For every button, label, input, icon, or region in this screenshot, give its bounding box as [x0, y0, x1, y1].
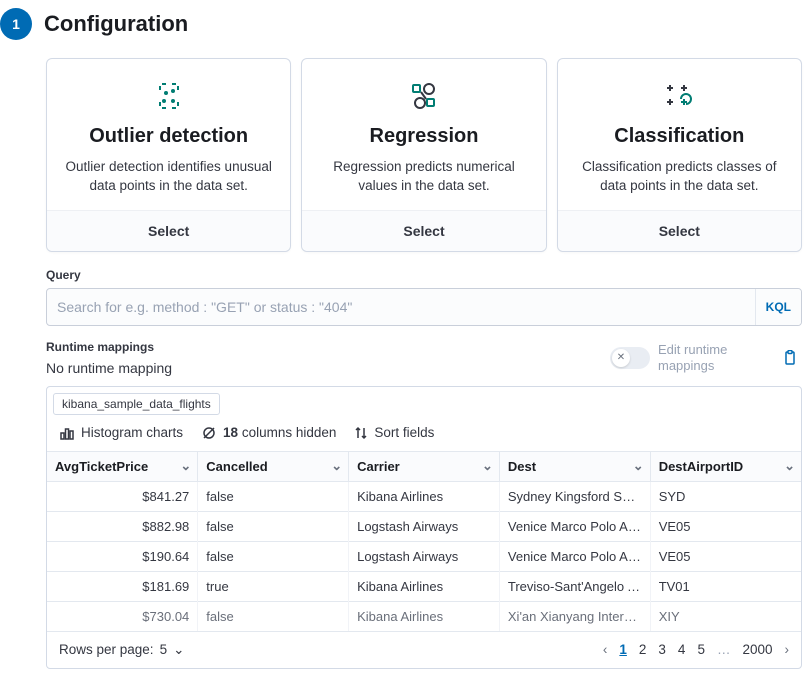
column-label: Cancelled — [206, 459, 267, 474]
cell-price: $841.27 — [47, 481, 198, 511]
page-number-2[interactable]: 2 — [639, 642, 647, 657]
page-number-last[interactable]: 2000 — [742, 642, 772, 657]
cell-price: $730.04 — [47, 601, 198, 631]
runtime-mappings-label: Runtime mappings — [46, 340, 172, 354]
page-number-4[interactable]: 4 — [678, 642, 686, 657]
eye-off-icon — [201, 425, 217, 441]
select-button-outlier[interactable]: Select — [47, 210, 290, 251]
chevron-down-icon: ⌄ — [633, 458, 644, 474]
rows-per-page-value: 5 — [160, 642, 168, 657]
edit-runtime-mappings-toggle[interactable]: ✕ — [610, 347, 650, 369]
chevron-down-icon: ⌄ — [482, 458, 493, 474]
table-row: $841.27falseKibana AirlinesSydney Kingsf… — [47, 481, 801, 511]
card-regression: Regression Regression predicts numerical… — [301, 58, 546, 252]
cell-destid: VE05 — [650, 541, 801, 571]
page-number-5[interactable]: 5 — [697, 642, 705, 657]
close-icon: ✕ — [612, 349, 630, 367]
card-outlier-detection: Outlier detection Outlier detection iden… — [46, 58, 291, 252]
chevron-down-icon: ⌄ — [180, 458, 191, 474]
chevron-down-icon: ⌄ — [173, 642, 184, 658]
outlier-detection-icon — [61, 77, 276, 115]
query-input[interactable] — [47, 289, 755, 325]
cell-cancelled: false — [198, 541, 349, 571]
cell-dest: Venice Marco Polo Airport — [499, 511, 650, 541]
cell-carrier: Logstash Airways — [349, 511, 500, 541]
histogram-icon — [59, 425, 75, 441]
runtime-mappings-message: No runtime mapping — [46, 360, 172, 376]
cell-carrier: Kibana Airlines — [349, 571, 500, 601]
card-description: Outlier detection identifies unusual dat… — [61, 158, 276, 196]
index-tag[interactable]: kibana_sample_data_flights — [53, 393, 220, 415]
table-row: $882.98falseLogstash AirwaysVenice Marco… — [47, 511, 801, 541]
prev-page-button[interactable]: ‹ — [603, 642, 608, 657]
next-page-button[interactable]: › — [785, 642, 790, 657]
cell-price: $181.69 — [47, 571, 198, 601]
cell-destid: VE05 — [650, 511, 801, 541]
card-description: Regression predicts numerical values in … — [316, 158, 531, 196]
histogram-charts-label: Histogram charts — [81, 425, 183, 440]
pagination-ellipsis: … — [717, 642, 731, 657]
cell-dest: Xi'an Xianyang Internatio... — [499, 601, 650, 631]
select-button-regression[interactable]: Select — [302, 210, 545, 251]
sort-fields-button[interactable]: Sort fields — [354, 425, 434, 440]
cell-dest: Venice Marco Polo Airport — [499, 541, 650, 571]
edit-runtime-mappings-label: Edit runtime mappings — [658, 342, 768, 373]
sort-icon — [354, 426, 368, 440]
kql-button[interactable]: KQL — [755, 289, 801, 325]
column-header-carrier[interactable]: Carrier ⌄ — [349, 451, 500, 481]
rows-per-page-button[interactable]: Rows per page: 5 ⌄ — [59, 642, 184, 658]
classification-icon — [572, 77, 787, 115]
cell-price: $190.64 — [47, 541, 198, 571]
card-title: Outlier detection — [61, 125, 276, 148]
column-label: AvgTicketPrice — [55, 459, 148, 474]
cell-carrier: Kibana Airlines — [349, 601, 500, 631]
hidden-columns-label: columns hidden — [242, 425, 337, 440]
chevron-down-icon: ⌄ — [331, 458, 342, 474]
table-row: $190.64falseLogstash AirwaysVenice Marco… — [47, 541, 801, 571]
cell-dest: Treviso-Sant'Angelo Airp... — [499, 571, 650, 601]
histogram-charts-button[interactable]: Histogram charts — [59, 425, 183, 441]
card-title: Classification — [572, 125, 787, 148]
cell-cancelled: false — [198, 511, 349, 541]
cell-destid: XIY — [650, 601, 801, 631]
columns-hidden-button[interactable]: 18 columns hidden — [201, 425, 336, 441]
cell-destid: TV01 — [650, 571, 801, 601]
table-row: $181.69trueKibana AirlinesTreviso-Sant'A… — [47, 571, 801, 601]
query-label: Query — [46, 268, 802, 282]
column-label: DestAirportID — [659, 459, 744, 474]
card-description: Classification predicts classes of data … — [572, 158, 787, 196]
cell-carrier: Logstash Airways — [349, 541, 500, 571]
cell-destid: SYD — [650, 481, 801, 511]
regression-icon — [316, 77, 531, 115]
column-header-dest[interactable]: Dest ⌄ — [499, 451, 650, 481]
column-header-cancelled[interactable]: Cancelled ⌄ — [198, 451, 349, 481]
table-row: $730.04falseKibana AirlinesXi'an Xianyan… — [47, 601, 801, 631]
rows-per-page-label: Rows per page: — [59, 642, 154, 657]
page-number-1[interactable]: 1 — [619, 642, 627, 657]
cell-cancelled: false — [198, 601, 349, 631]
column-header-avgticketprice[interactable]: AvgTicketPrice ⌄ — [47, 451, 198, 481]
sort-fields-label: Sort fields — [374, 425, 434, 440]
hidden-columns-count: 18 — [223, 425, 238, 440]
column-header-destairportid[interactable]: DestAirportID ⌄ — [650, 451, 801, 481]
cell-price: $882.98 — [47, 511, 198, 541]
copy-to-clipboard-button[interactable] — [778, 346, 802, 370]
cell-dest: Sydney Kingsford Smith I... — [499, 481, 650, 511]
column-label: Carrier — [357, 459, 400, 474]
cell-cancelled: true — [198, 571, 349, 601]
chevron-down-icon: ⌄ — [784, 458, 795, 474]
select-button-classification[interactable]: Select — [558, 210, 801, 251]
cell-carrier: Kibana Airlines — [349, 481, 500, 511]
clipboard-icon — [782, 350, 798, 366]
card-title: Regression — [316, 125, 531, 148]
page-title: Configuration — [44, 11, 188, 37]
card-classification: Classification Classification predicts c… — [557, 58, 802, 252]
page-number-3[interactable]: 3 — [658, 642, 666, 657]
column-label: Dest — [508, 459, 536, 474]
cell-cancelled: false — [198, 481, 349, 511]
step-number-badge: 1 — [0, 8, 32, 40]
